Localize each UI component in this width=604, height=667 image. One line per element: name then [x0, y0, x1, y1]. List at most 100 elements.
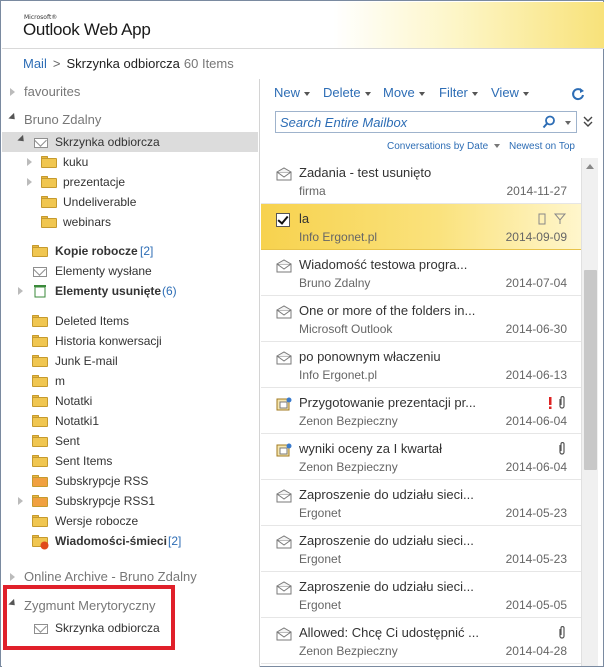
nav-item-deleted[interactable]: Elementy usunięte (6) [2, 281, 258, 301]
sort-order-newest-on-top[interactable]: Newest on Top [509, 141, 575, 152]
nav-item-inbox[interactable]: Skrzynka odbiorcza [2, 132, 258, 152]
filter-button[interactable]: Filter [439, 85, 478, 100]
message-row[interactable]: Zaproszenie do udziału sieci... Ergonet 20… [261, 572, 581, 618]
nav-item-prezentacje[interactable]: prezentacje [2, 172, 258, 192]
expand-arrow-icon[interactable] [18, 497, 23, 505]
nav-item-drafts[interactable]: Kopie robocze [2] [2, 241, 258, 261]
nav-item-junk-label: Wiadomości-śmieci [55, 534, 167, 548]
message-flags [557, 441, 567, 456]
nav-folder-item[interactable]: Sent Items [2, 451, 258, 471]
nav-account-label: Bruno Zdalny [24, 112, 102, 127]
nav-folder-item[interactable]: Notatki [2, 391, 258, 411]
new-button[interactable]: New [274, 85, 311, 100]
folder-icon [32, 375, 48, 387]
collapse-arrow-icon[interactable] [8, 112, 18, 123]
junk-block-icon [40, 541, 49, 550]
nav-account-bruno[interactable]: Bruno Zdalny [2, 110, 258, 130]
nav-folder-item[interactable]: Sent [2, 431, 258, 451]
message-list: Zadania - test usunięto firma 2014-11-27 la… [261, 158, 581, 666]
nav-favourites[interactable]: favourites [2, 82, 258, 102]
search-options-chevron-icon[interactable] [562, 116, 574, 128]
collapse-double-chevron-icon[interactable] [583, 115, 593, 129]
scrollbar-thumb[interactable] [584, 270, 597, 470]
message-row[interactable]: Wiadomość testowa progra... Bruno Zdalny 2… [261, 250, 581, 296]
message-subject: Zadania - test usunięto [299, 165, 432, 180]
message-sender: Ergonet [299, 506, 342, 520]
owa-window: Microsoft® Outlook Web App Mail > Skrzynka… [0, 0, 604, 667]
delete-button[interactable]: Delete [323, 85, 371, 100]
message-subject: One or more of the folders in... [299, 303, 476, 318]
message-date: 2014-07-04 [505, 276, 567, 290]
expand-arrow-icon[interactable] [27, 158, 32, 166]
nav-item-webinars[interactable]: webinars [2, 212, 258, 232]
message-subject: po ponownym właczeniu [299, 349, 441, 364]
nav-folder-item[interactable]: Wersje robocze [2, 511, 258, 531]
message-row[interactable]: wyniki oceny za I kwartał Zenon Bezpieczn… [261, 434, 581, 480]
scroll-up-arrow-icon[interactable] [586, 164, 594, 169]
move-button[interactable]: Move [383, 85, 425, 100]
refresh-icon[interactable] [571, 87, 585, 101]
chevron-down-icon [304, 91, 311, 96]
nav-folder-item[interactable]: Subskrypcje RSS1 [2, 491, 258, 511]
expand-arrow-icon[interactable] [27, 178, 32, 186]
expand-arrow-icon[interactable] [10, 88, 15, 96]
nav-folder-item-label: Sent [55, 434, 80, 448]
breadcrumb-folder: Skrzynka odbiorcza [66, 56, 180, 71]
message-checkbox[interactable] [276, 213, 290, 227]
meeting-request-icon [276, 397, 292, 411]
rss-folder-icon [32, 475, 48, 487]
breadcrumb: Mail > Skrzynka odbiorcza 60 Items [23, 56, 234, 71]
recycle-bin-icon [32, 284, 48, 298]
envelope-icon [276, 167, 292, 181]
folder-icon [32, 435, 48, 447]
message-list-scrollbar[interactable] [581, 158, 598, 666]
logo-outlook-web-app: Outlook Web App [23, 20, 151, 39]
message-row[interactable]: po ponownym właczeniu Info Ergonet.pl 2014… [261, 342, 581, 388]
message-row[interactable]: Przygotowanie prezentacji pr... Zenon Bez… [261, 388, 581, 434]
category-flag-icons [538, 213, 567, 225]
drafts-count-badge: [2] [140, 244, 154, 258]
nav-folder-item[interactable]: Junk E-mail [2, 351, 258, 371]
nav-online-archive[interactable]: Online Archive - Bruno Zdalny [2, 567, 258, 587]
envelope-icon [276, 259, 292, 273]
message-row[interactable]: la Info Ergonet.pl 2014-09-09 [261, 204, 581, 250]
message-sender: firma [299, 184, 326, 198]
nav-folder-item[interactable]: m [2, 371, 258, 391]
folder-icon [41, 176, 57, 188]
message-flags [537, 212, 567, 226]
nav-folder-item-label: Notatki1 [55, 414, 100, 428]
message-date: 2014-05-23 [505, 552, 567, 566]
message-row[interactable]: Zadania - test usunięto firma 2014-11-27 [261, 158, 581, 204]
view-button[interactable]: View [491, 85, 529, 100]
message-sender: Ergonet [299, 552, 342, 566]
search-input[interactable] [280, 113, 540, 131]
message-date: 2014-06-30 [505, 322, 567, 336]
message-row[interactable]: Zaproszenie do udziału sieci... Ergonet 20… [261, 480, 581, 526]
message-subject: Zaproszenie do udziału sieci... [299, 579, 474, 594]
nav-item-kuku[interactable]: kuku [2, 152, 258, 172]
sort-conversations-by-date[interactable]: Conversations by Date [387, 141, 500, 152]
message-row[interactable]: One or more of the folders in... Microsof… [261, 296, 581, 342]
expand-arrow-icon[interactable] [10, 573, 15, 581]
nav-item-undeliverable[interactable]: Undeliverable [2, 192, 258, 212]
search-icon[interactable] [542, 115, 556, 129]
message-row[interactable]: Zaproszenie do udziału sieci... Ergonet 20… [261, 526, 581, 572]
chevron-down-icon [471, 91, 478, 96]
nav-item-label: prezentacje [63, 175, 126, 189]
nav-item-sent[interactable]: Elementy wysłane [2, 261, 258, 281]
nav-folder-item[interactable]: Notatki1 [2, 411, 258, 431]
nav-item-label: Undeliverable [63, 195, 137, 209]
nav-folder-item[interactable]: Deleted Items [2, 311, 258, 331]
nav-item-junk[interactable]: Wiadomości-śmieci [2] [2, 531, 258, 551]
breadcrumb-mail-link[interactable]: Mail [23, 56, 47, 71]
folder-icon [32, 515, 48, 527]
message-row[interactable]: Allowed: Chcę Ci udostępnić ... Zenon Bez… [261, 618, 581, 664]
expand-arrow-icon[interactable] [18, 287, 23, 295]
meeting-request-icon [276, 443, 292, 457]
collapse-arrow-icon[interactable] [17, 134, 27, 145]
nav-folder-item[interactable]: Historia konwersacji [2, 331, 258, 351]
junk-count-badge: [2] [168, 534, 182, 548]
nav-folder-item[interactable]: Subskrypcje RSS [2, 471, 258, 491]
nav-folder-item-label: m [55, 374, 65, 388]
message-sender: Microsoft Outlook [299, 322, 393, 336]
